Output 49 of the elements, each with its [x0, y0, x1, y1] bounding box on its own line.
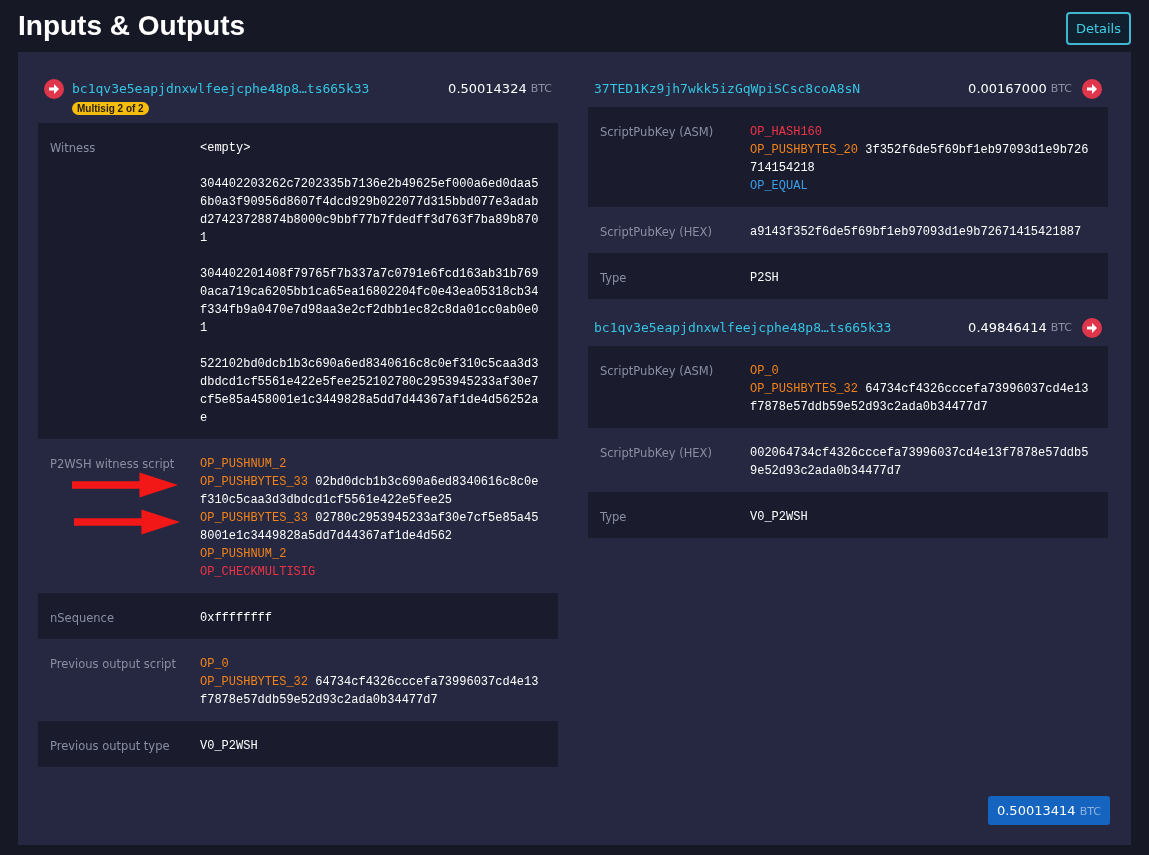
address-link[interactable]: bc1qv3e5eapjdnxwlfeejcphe48p8…ts665k33 [72, 79, 370, 99]
detail-value: 304402201408f79765f7b337a7c0791e6fcd163ab31b7690aca719ca6205bb1ca65ea16802204fc0e43ea05318cb34f334fb9a0470e7d98aa3e2cf2dbb1ec82c8da01cc0ab0e01 [200, 266, 540, 337]
detail-value: 0xffffffff [200, 610, 273, 627]
script-op: OP_PUSHBYTES_20 3f352f6de5f69bf1eb97093d1e9b726714154218 [750, 142, 1090, 177]
detail-value: V0_P2WSH [750, 509, 809, 526]
detail-label: Type [600, 509, 628, 526]
script-op: OP_HASH160 [750, 124, 823, 141]
detail-value: 522102bd0dcb1b3c690a6ed8340616c8c0ef310c5caa3d3dbdcd1cf5561e422e5fee252102780c2953945233af30e7cf5e85a458001e1c3449828a5dd7d44367af1de4d56252ae [200, 356, 540, 427]
detail-value: <empty> [200, 140, 252, 157]
currency-unit: BTC [1050, 320, 1072, 336]
amount: 0.50014324 [448, 80, 527, 98]
arrow-right-icon[interactable] [1082, 318, 1102, 338]
detail-value: V0_P2WSH [200, 738, 259, 755]
detail-label: Type [600, 270, 628, 287]
detail-label: ScriptPubKey (ASM) [600, 124, 715, 141]
detail-label: nSequence [50, 610, 115, 627]
currency-unit: BTC [1050, 81, 1072, 97]
detail-label: ScriptPubKey (HEX) [600, 224, 713, 241]
arrow-right-icon[interactable] [1082, 79, 1102, 99]
amount: 0.00167000 [968, 80, 1047, 98]
script-op: OP_PUSHBYTES_33 02780c2953945233af30e7cf5e85a458001e1c3449828a5dd7d44367af1de4d562 [200, 510, 540, 545]
script-op: OP_PUSHBYTES_32 64734cf4326cccefa73996037cd4e13f7878e57ddb59e52d93c2ada0b34477d7 [750, 381, 1090, 416]
multisig-badge: Multisig 2 of 2 [72, 102, 149, 115]
detail-label: Witness [50, 140, 97, 157]
arrow-right-icon[interactable] [44, 79, 64, 99]
detail-label: Previous output script [50, 656, 177, 673]
details-button[interactable]: Details [1065, 11, 1131, 45]
script-op: OP_PUSHNUM_2 [200, 456, 288, 473]
currency-unit: BTC [530, 81, 552, 97]
script-op: OP_PUSHBYTES_32 64734cf4326cccefa73996037cd4e13f7878e57ddb59e52d93c2ada0b34477d7 [200, 674, 540, 709]
address-link[interactable]: bc1qv3e5eapjdnxwlfeejcphe48p8…ts665k33 [594, 318, 892, 338]
script-op: OP_CHECKMULTISIG [200, 564, 317, 581]
amount: 0.49846414 [968, 319, 1047, 337]
script-op: OP_0 [750, 363, 780, 380]
script-op: OP_PUSHBYTES_33 02bd0dcb1b3c690a6ed8340616c8c0ef310c5caa3d3dbdcd1cf5561e422e5fee25 [200, 474, 540, 509]
detail-label: Previous output type [50, 738, 171, 755]
detail-label: P2WSH witness script [50, 456, 176, 473]
detail-value: 304402203262c7202335b7136e2b49625ef000a6ed0daa56b0a3f90956d8607f4dcd929b022077d315bbd077e3adabd27423728874b8000c9bbf77b7fdedff3d763f7ba89b8701 [200, 176, 540, 247]
script-op: OP_0 [200, 656, 230, 673]
detail-value: a9143f352f6de5f69bf1eb97093d1e9b72671415421887 [750, 224, 1083, 241]
total-amount-button[interactable]: 0.50013414 BTC [987, 796, 1110, 825]
script-op: OP_EQUAL [750, 178, 809, 195]
script-op: OP_PUSHNUM_2 [200, 546, 288, 563]
page-title: Inputs & Outputs [18, 10, 246, 42]
detail-label: ScriptPubKey (HEX) [600, 445, 713, 462]
detail-value: P2SH [750, 270, 780, 287]
detail-value: 002064734cf4326cccefa73996037cd4e13f7878e57ddb59e52d93c2ada0b34477d7 [750, 445, 1090, 480]
detail-label: ScriptPubKey (ASM) [600, 363, 715, 380]
address-link[interactable]: 37TED1Kz9jh7wkk5izGqWpiSCsc8coA8sN [594, 79, 861, 99]
